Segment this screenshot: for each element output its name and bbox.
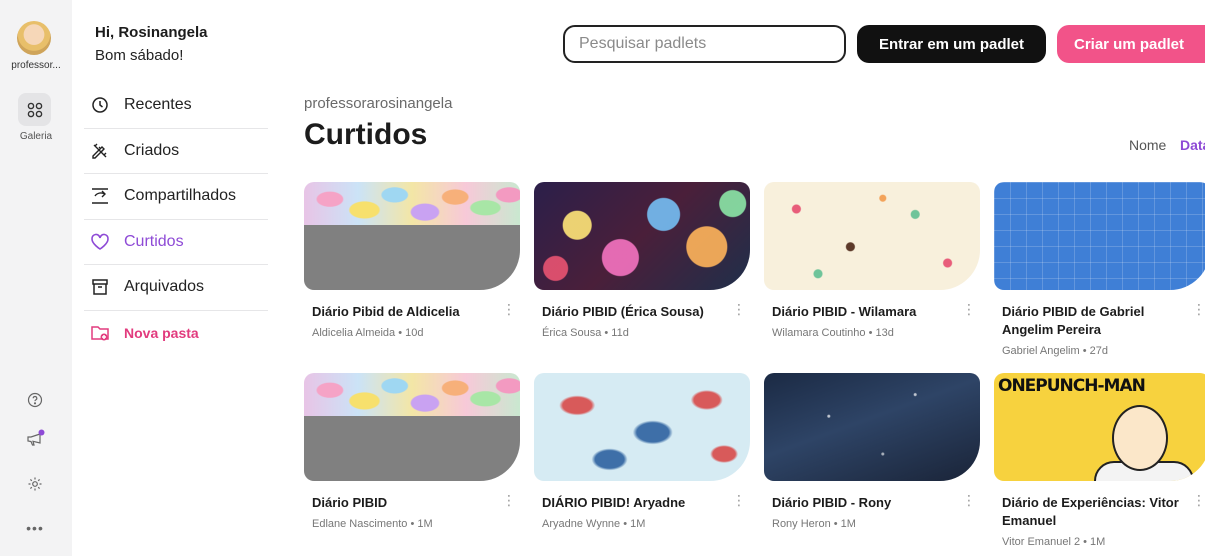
nav-item-criados[interactable]: Criados [84,129,268,174]
greeting-name: Hi, Rosinangela [95,24,208,41]
new-folder-icon [86,322,114,344]
card-title: DIÁRIO PIBID! Aryadne [542,495,686,510]
nav-item-curtidos[interactable]: Curtidos [84,220,268,265]
left-rail: professor... Galeria ••• [0,0,72,556]
card-menu-icon[interactable]: ⋮ [732,302,746,316]
thumbnail-text: ONEPUNCH-MAN [998,376,1146,396]
card-meta: Érica Sousa • 11d [542,327,629,339]
card-meta: Wilamara Coutinho • 13d [772,327,894,339]
card-title: Diário Pibid de Aldicelia [312,304,460,319]
padlet-card[interactable]: Diário PIBID de Gabriel Angelim Pereira … [994,182,1205,357]
nav-label: Curtidos [124,232,184,250]
padlet-card[interactable]: DIÁRIO PIBID! Aryadne Aryadne Wynne • 1M… [534,373,750,530]
padlet-card[interactable]: Diário PIBID (Érica Sousa) Érica Sousa •… [534,182,750,339]
library-nav: Recentes Criados Compartilhados Curtidos… [84,83,268,356]
card-meta: Edlane Nascimento • 1M [312,518,433,530]
nav-item-nova-pasta[interactable]: Nova pasta [84,311,268,357]
card-title: Diário de Experiências: Vitor Emanuel [1002,495,1179,528]
card-meta: Gabriel Angelim • 27d [1002,345,1108,357]
card-menu-icon[interactable]: ⋮ [502,302,516,316]
galeria-button[interactable] [18,93,51,126]
card-meta: Aldicelia Almeida • 10d [312,327,424,339]
owner-name: professorarosinangela [304,95,453,112]
join-padlet-button[interactable]: Entrar em um padlet [857,25,1046,63]
user-avatar[interactable] [17,21,51,55]
card-title: Diário PIBID de Gabriel Angelim Pereira [1002,304,1145,337]
card-thumbnail [534,182,750,290]
card-menu-icon[interactable]: ⋮ [1192,302,1205,316]
card-thumbnail [304,182,520,290]
card-title: Diário PIBID (Érica Sousa) [542,304,704,319]
padlet-card[interactable]: Diário PIBID Edlane Nascimento • 1M ⋮ [304,373,520,530]
card-thumbnail [994,182,1205,290]
padlet-card[interactable]: Diário PIBID - Wilamara Wilamara Coutinh… [764,182,980,339]
megaphone-icon[interactable] [24,427,46,449]
create-padlet-button[interactable]: Criar um padlet [1057,25,1205,63]
pencil-ruler-icon [86,140,114,162]
card-meta: Vitor Emanuel 2 • 1M [1002,536,1106,548]
nav-label: Recentes [124,96,192,114]
nav-label: Criados [124,141,180,159]
padlet-card[interactable]: ONEPUNCH-MAN Diário de Experiências: Vit… [994,373,1205,548]
card-menu-icon[interactable]: ⋮ [1192,493,1205,507]
card-thumbnail [764,182,980,290]
archive-icon [86,276,114,298]
card-menu-icon[interactable]: ⋮ [502,493,516,507]
card-title: Diário PIBID - Rony [772,495,892,510]
card-meta: Rony Heron • 1M [772,518,856,530]
share-icon [86,185,114,207]
nav-label: Compartilhados [124,187,237,205]
card-menu-icon[interactable]: ⋮ [962,302,976,316]
greeting-day: Bom sábado! [95,47,184,64]
search-input[interactable] [563,25,846,63]
card-menu-icon[interactable]: ⋮ [962,493,976,507]
nav-item-compartilhados[interactable]: Compartilhados [84,174,268,220]
page-title: Curtidos [304,118,428,151]
help-icon[interactable] [24,389,46,411]
sort-by-name[interactable]: Nome [1129,137,1166,153]
card-menu-icon[interactable]: ⋮ [732,493,746,507]
padlet-card[interactable]: Diário Pibid de Aldicelia Aldicelia Alme… [304,182,520,339]
card-thumbnail [764,373,980,481]
character-head [1112,405,1168,471]
card-thumbnail [534,373,750,481]
settings-icon[interactable] [24,473,46,495]
card-thumbnail [304,373,520,481]
nav-label: Arquivados [124,278,205,296]
nav-item-arquivados[interactable]: Arquivados [84,265,268,311]
rail-user-label[interactable]: professor... [2,60,70,71]
card-title: Diário PIBID - Wilamara [772,304,917,319]
heart-icon [86,231,114,253]
nav-item-recentes[interactable]: Recentes [84,83,268,129]
more-icon[interactable]: ••• [24,517,46,539]
clock-icon [86,94,114,116]
sort-by-date[interactable]: Data [1180,137,1205,153]
card-thumbnail: ONEPUNCH-MAN [994,373,1205,481]
card-title: Diário PIBID [312,495,388,510]
grid-icon [27,102,42,117]
card-meta: Aryadne Wynne • 1M [542,518,646,530]
galeria-label: Galeria [19,131,53,142]
padlet-card[interactable]: Diário PIBID - Rony Rony Heron • 1M ⋮ [764,373,980,530]
nav-label: Nova pasta [124,325,199,342]
